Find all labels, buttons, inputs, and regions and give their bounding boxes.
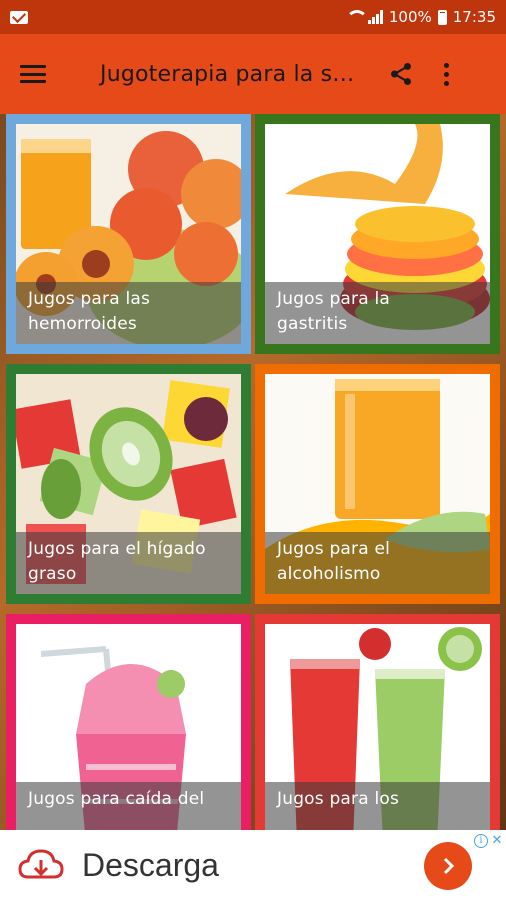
clock: 17:35: [452, 8, 496, 26]
signal-icon: [367, 10, 383, 24]
tile-caption: Jugos para el hígado graso: [16, 532, 241, 594]
tile-caption: Jugos para caída del: [16, 782, 241, 830]
tile-hemorroides[interactable]: Jugos para las hemorroides: [6, 114, 251, 354]
app-title: Jugoterapia para la s…: [100, 61, 355, 87]
more-options-button[interactable]: [426, 34, 466, 114]
tile-caption: Jugos para la gastritis: [265, 282, 490, 344]
ad-banner[interactable]: Descarga i ✕: [0, 830, 506, 900]
status-bar: 100% 17:35: [0, 0, 506, 34]
wifi-icon: [345, 10, 368, 24]
battery-percent: 100%: [388, 8, 432, 26]
menu-button[interactable]: [0, 34, 66, 114]
ad-go-button[interactable]: [424, 842, 472, 890]
ad-close-icon[interactable]: ✕: [490, 834, 504, 848]
tile-caption: Jugos para el alcoholismo: [265, 532, 490, 594]
ad-info-icon[interactable]: i: [474, 834, 488, 848]
chevron-right-icon: [443, 857, 455, 875]
tile-caption: Jugos para los: [265, 782, 490, 830]
tile-caida-del-cabello[interactable]: Jugos para caída del: [6, 614, 251, 830]
more-vert-icon: [443, 62, 449, 86]
menu-icon: [20, 65, 46, 83]
category-grid: Jugos para las hemorroides Jugos para la…: [0, 114, 506, 830]
tile-caption: Jugos para las hemorroides: [16, 282, 241, 344]
app-bar: Jugoterapia para la s…: [0, 34, 506, 114]
gmail-icon: [10, 10, 28, 24]
cloud-download-icon: [12, 830, 70, 900]
tile-alcoholismo[interactable]: Jugos para el alcoholismo: [255, 364, 500, 604]
tile-higado-graso[interactable]: Jugos para el hígado graso: [6, 364, 251, 604]
tile-gastritis[interactable]: Jugos para la gastritis: [255, 114, 500, 354]
share-button[interactable]: [376, 34, 426, 114]
share-icon: [391, 62, 411, 86]
ad-text: Descarga: [82, 846, 219, 883]
tile-jugos-para-los[interactable]: Jugos para los: [255, 614, 500, 830]
battery-icon: [437, 9, 447, 25]
